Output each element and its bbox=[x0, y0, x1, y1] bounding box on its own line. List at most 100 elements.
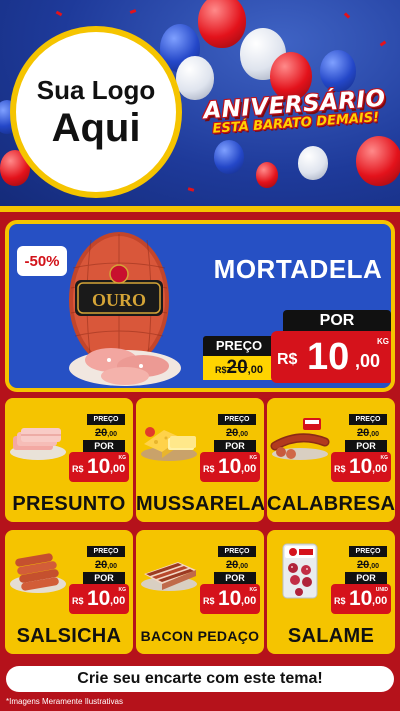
old-price: 20,00 bbox=[87, 425, 125, 439]
hero-new-currency: R$ bbox=[277, 351, 298, 368]
product-card-salsicha[interactable]: PREÇO 20,00 POR R$ 10 ,00 KG SALSICHA bbox=[5, 530, 133, 654]
hero-old-cents: ,00 bbox=[247, 364, 263, 376]
product-card-salame[interactable]: PREÇO 20,00 POR R$ 10 ,00 UNID SALAME bbox=[267, 530, 395, 654]
old-price-cents: ,00 bbox=[369, 431, 379, 438]
new-price-cents: ,00 bbox=[241, 595, 257, 607]
hero-unit: KG bbox=[377, 337, 389, 346]
new-price: R$ 10 ,00 UNID bbox=[331, 584, 391, 614]
bacon-icon bbox=[141, 562, 197, 591]
header-divider bbox=[0, 206, 400, 212]
disclaimer-text: *Imagens Meramente Ilustrativas bbox=[6, 697, 123, 706]
currency: R$ bbox=[203, 596, 215, 606]
balloon-blue-icon bbox=[320, 50, 356, 92]
product-name: SALAME bbox=[287, 625, 375, 647]
currency: R$ bbox=[72, 464, 84, 474]
unit: KG bbox=[249, 587, 258, 593]
old-price-cents: ,00 bbox=[238, 563, 248, 570]
old-price-label: PREÇO bbox=[349, 546, 387, 557]
new-price-cents: ,00 bbox=[110, 595, 126, 607]
unit: UNID bbox=[375, 587, 388, 593]
product-card-calabresa[interactable]: PREÇO 20,00 POR R$ 10 ,00 KG CALABRESA bbox=[267, 398, 395, 522]
new-price-label: POR bbox=[214, 572, 256, 584]
new-price-cents: ,00 bbox=[372, 463, 388, 475]
currency: R$ bbox=[334, 464, 346, 474]
balloon-white-icon bbox=[298, 146, 328, 180]
old-price: 20,00 bbox=[349, 557, 387, 571]
confetti-icon bbox=[379, 40, 387, 47]
hero-new-int: 10 bbox=[307, 336, 350, 378]
hero-old-price-box: PREÇO R$20,00 bbox=[203, 336, 275, 380]
product-name: SALSICHA bbox=[16, 625, 122, 647]
product-card-mussarela[interactable]: PREÇO 20,00 POR R$ 10 ,00 KG MUSSARELA bbox=[136, 398, 264, 522]
balloon-red-icon bbox=[256, 162, 278, 188]
unit: KG bbox=[118, 587, 127, 593]
cheese-icon bbox=[141, 427, 197, 461]
old-price-cents: ,00 bbox=[107, 563, 117, 570]
old-price-label: PREÇO bbox=[87, 546, 125, 557]
sausage-icon bbox=[270, 418, 330, 460]
logo-placeholder[interactable]: Sua Logo Aqui bbox=[10, 26, 182, 198]
header-banner: Sua Logo Aqui ANIVERSÁRIO ESTÁ BARATO DE… bbox=[0, 0, 400, 212]
product-name: CALABRESA bbox=[267, 493, 395, 515]
new-price-int: 10 bbox=[349, 587, 373, 610]
old-price-label: PREÇO bbox=[87, 414, 125, 425]
old-price-cents: ,00 bbox=[107, 431, 117, 438]
salami-package-icon bbox=[282, 543, 318, 599]
new-price-cents: ,00 bbox=[241, 463, 257, 475]
hero-old-label: PREÇO bbox=[203, 336, 275, 356]
balloon-white-icon bbox=[176, 56, 214, 100]
unit: KG bbox=[249, 455, 258, 461]
old-price: 20,00 bbox=[218, 425, 256, 439]
old-price-int: 20 bbox=[357, 427, 370, 439]
confetti-icon bbox=[55, 10, 63, 17]
new-price-label: POR bbox=[345, 572, 387, 584]
new-price-int: 10 bbox=[218, 455, 242, 478]
brand-label: OURO bbox=[92, 290, 146, 310]
hero-new-label: POR bbox=[283, 310, 391, 332]
new-price-label: POR bbox=[83, 572, 125, 584]
new-price: R$ 10 ,00 KG bbox=[200, 452, 260, 482]
currency: R$ bbox=[203, 464, 215, 474]
currency: R$ bbox=[334, 596, 346, 606]
new-price: R$ 10 ,00 KG bbox=[69, 452, 129, 482]
new-price-int: 10 bbox=[87, 587, 111, 610]
balloon-blue-icon bbox=[214, 140, 244, 174]
new-price-label: POR bbox=[214, 440, 256, 452]
logo-line2: Aqui bbox=[51, 106, 141, 150]
new-price: R$ 10 ,00 KG bbox=[200, 584, 260, 614]
old-price-label: PREÇO bbox=[218, 414, 256, 425]
product-card-bacon[interactable]: PREÇO 20,00 POR R$ 10 ,00 KG BACON PEDAÇ… bbox=[136, 530, 264, 654]
hero-product-name: MORTADELA bbox=[213, 254, 383, 284]
hero-old-currency: R$ bbox=[215, 365, 227, 375]
old-price-cents: ,00 bbox=[238, 431, 248, 438]
old-price-int: 20 bbox=[226, 427, 239, 439]
new-price-label: POR bbox=[345, 440, 387, 452]
old-price-cents: ,00 bbox=[369, 563, 379, 570]
create-flyer-button[interactable]: Crie seu encarte com este tema! bbox=[6, 666, 394, 692]
hotdog-sausage-icon bbox=[10, 553, 66, 593]
mortadela-icon: OURO bbox=[69, 232, 181, 386]
hero-old-price: R$20,00 bbox=[203, 356, 275, 380]
logo-line1: Sua Logo bbox=[36, 75, 156, 105]
old-price-label: PREÇO bbox=[218, 546, 256, 557]
new-price-label: POR bbox=[83, 440, 125, 452]
new-price: R$ 10 ,00 KG bbox=[69, 584, 129, 614]
confetti-icon bbox=[187, 187, 195, 192]
product-card-presunto[interactable]: PREÇO 20,00 POR R$ 10 ,00 KG PRESUNTO bbox=[5, 398, 133, 522]
old-price-label: PREÇO bbox=[349, 414, 387, 425]
confetti-icon bbox=[343, 12, 351, 19]
hero-offer[interactable]: -50% OURO MORTADELA PREÇO R$20,00 POR R$… bbox=[5, 220, 395, 392]
new-price-int: 10 bbox=[349, 455, 373, 478]
unit: KG bbox=[380, 455, 389, 461]
unit: KG bbox=[118, 455, 127, 461]
discount-badge: -50% bbox=[17, 246, 67, 276]
hero-new-cents: ,00 bbox=[355, 351, 381, 371]
balloon-red-icon bbox=[356, 136, 400, 186]
old-price: 20,00 bbox=[349, 425, 387, 439]
old-price-int: 20 bbox=[95, 559, 108, 571]
product-name: BACON PEDAÇO bbox=[140, 628, 260, 644]
new-price-cents: ,00 bbox=[110, 463, 126, 475]
hero-new-price: R$ 10 ,00 KG bbox=[271, 331, 391, 383]
product-name: PRESUNTO bbox=[12, 493, 126, 515]
hero-old-int: 20 bbox=[226, 357, 248, 378]
